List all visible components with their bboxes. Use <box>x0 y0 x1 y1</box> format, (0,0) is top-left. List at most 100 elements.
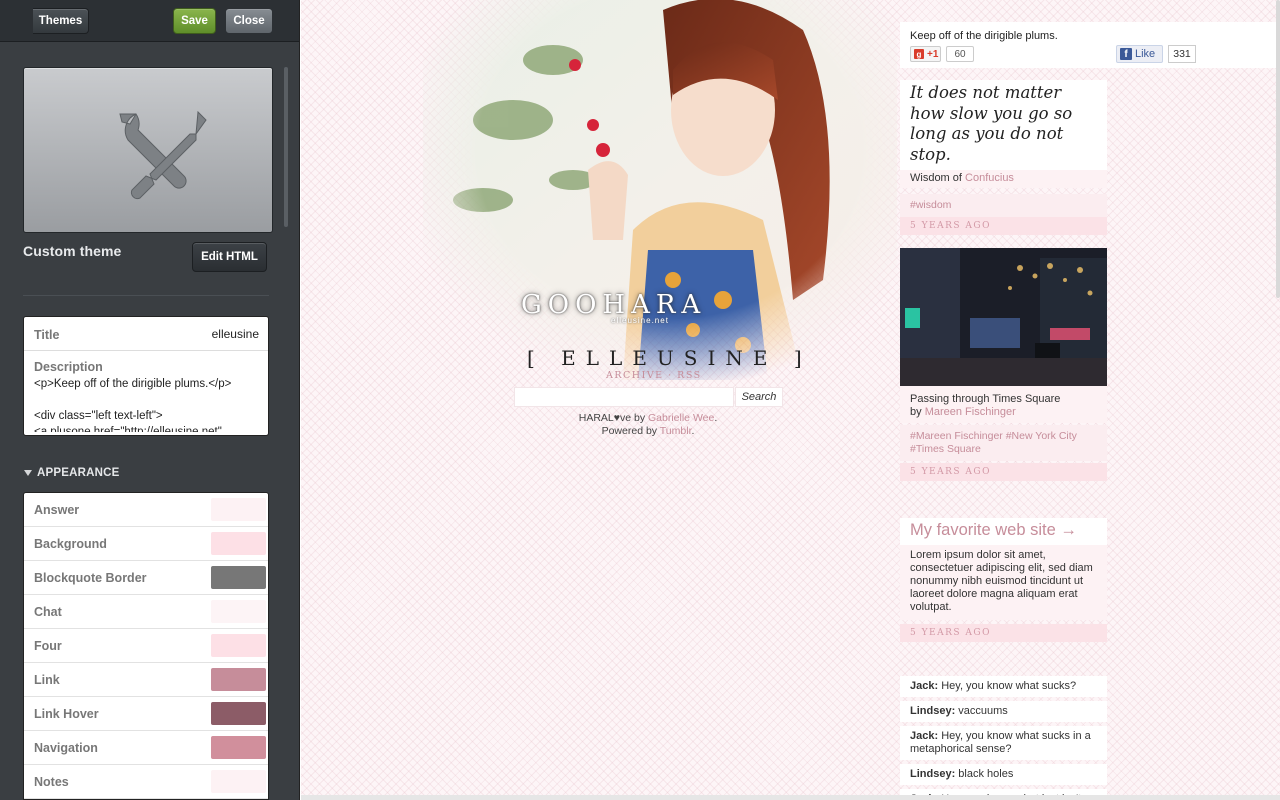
link-title[interactable]: My favorite web site → <box>900 518 1107 545</box>
credits-author-link[interactable]: Gabrielle Wee <box>648 412 714 424</box>
color-swatch[interactable] <box>211 532 266 555</box>
appearance-row-link[interactable]: Link <box>24 663 268 697</box>
photo-tags[interactable]: #Mareen Fischinger #New York City #Times… <box>900 425 1107 461</box>
chat-line: Lindsey: vaccuums <box>900 701 1107 722</box>
description-label: Description <box>34 360 103 374</box>
chat-line: Jack: Hey, you know what sucks in a meta… <box>900 726 1107 760</box>
chat-text: Hey, you know what sucks? <box>938 680 1077 692</box>
photo-date[interactable]: 5 YEARS AGO <box>900 463 1107 481</box>
photo-caption-author[interactable]: Mareen Fischinger <box>925 406 1016 418</box>
chat-text: black holes <box>955 768 1014 780</box>
title-input[interactable]: elleusine <box>212 327 259 341</box>
color-swatch[interactable] <box>211 634 266 657</box>
appearance-row-four[interactable]: Four <box>24 629 268 663</box>
sidebar-scrollbar[interactable] <box>284 67 288 227</box>
appearance-row-chat[interactable]: Chat <box>24 595 268 629</box>
credits-line1-suffix: . <box>714 412 718 424</box>
color-swatch[interactable] <box>211 736 266 759</box>
appearance-heading: APPEARANCE <box>37 467 120 479</box>
edit-html-button[interactable]: Edit HTML <box>192 242 267 272</box>
description-textarea[interactable]: <p>Keep off of the dirigible plums.</p> … <box>34 376 264 432</box>
appearance-label: Blockquote Border <box>34 571 147 585</box>
appearance-label: Four <box>34 639 62 653</box>
themes-button-label: Themes <box>38 15 83 27</box>
appearance-color-list: Answer Background Blockquote Border Chat Fou… <box>23 492 269 800</box>
color-swatch[interactable] <box>211 600 266 623</box>
quote-source-prefix: Wisdom of <box>910 172 966 184</box>
blog-title[interactable]: [ ELLEUSINE ] <box>527 346 812 370</box>
appearance-label: Answer <box>34 503 80 517</box>
color-swatch[interactable] <box>211 498 266 521</box>
close-button[interactable]: Close <box>225 8 273 34</box>
appearance-label: Navigation <box>34 741 98 755</box>
color-swatch[interactable] <box>211 770 266 793</box>
chat-line: Lindsey: black holes <box>900 764 1107 785</box>
appearance-row-navigation[interactable]: Navigation <box>24 731 268 765</box>
blog-preview: GOOHARA elleusine.net [ ELLEUSINE ] ARCH… <box>301 0 1280 800</box>
chat-line: Jack: Hey, you know what sucks? <box>900 676 1107 697</box>
credits-platform-link[interactable]: Tumblr <box>660 425 692 437</box>
appearance-label: Background <box>34 537 107 551</box>
link-body: Lorem ipsum dolor sit amet, consectetuer… <box>900 545 1107 620</box>
header-blog-sub: elleusine.net <box>611 316 669 325</box>
chat-speaker: Lindsey: <box>910 768 956 780</box>
appearance-label: Chat <box>34 605 62 619</box>
quote-date[interactable]: 5 YEARS AGO <box>900 217 1107 235</box>
gplus-count: 60 <box>946 46 974 62</box>
credits-line2-suffix: . <box>691 425 695 437</box>
appearance-row-answer[interactable]: Answer <box>24 493 268 527</box>
credits-line2-prefix: Powered by <box>601 425 660 437</box>
credits: HARAL♥ve by Gabrielle Wee. Powered by Tu… <box>514 412 782 438</box>
chat-speaker: Jack: <box>910 680 939 692</box>
photo-caption-by: by <box>910 406 925 418</box>
horizontal-scrollbar[interactable] <box>301 795 1280 800</box>
quote-source-link[interactable]: Confucius <box>965 172 1014 184</box>
facebook-like-button[interactable]: f Like <box>1116 45 1163 63</box>
quote-tags[interactable]: #wisdom <box>900 194 1107 217</box>
sidebar-divider <box>23 295 269 296</box>
appearance-label: Link <box>34 673 60 687</box>
title-field-row[interactable]: Title elleusine <box>24 317 268 351</box>
search-button[interactable]: Search <box>735 387 783 407</box>
color-swatch[interactable] <box>211 702 266 725</box>
color-swatch[interactable] <box>211 668 266 691</box>
description-text: Keep off of the dirigible plums. <box>910 30 1058 42</box>
chat-speaker: Jack: <box>910 730 939 742</box>
theme-name: Custom theme <box>23 243 122 259</box>
tools-icon <box>119 110 207 200</box>
quote-source: Wisdom of Confucius <box>900 170 1107 188</box>
credits-line1-prefix: HARAL♥ve by <box>578 412 648 424</box>
search-input[interactable] <box>514 387 734 407</box>
chat-post: Jack: Hey, you know what sucks? Lindsey: … <box>900 676 1107 800</box>
google-plus-icon: g <box>914 49 924 59</box>
quote-text: It does not matter how slow you go so lo… <box>900 80 1107 170</box>
save-button[interactable]: Save <box>173 8 216 34</box>
appearance-row-link-hover[interactable]: Link Hover <box>24 697 268 731</box>
quote-post: It does not matter how slow you go so lo… <box>900 80 1107 235</box>
google-plus-button[interactable]: g +1 <box>910 46 941 62</box>
photo-caption: Passing through Times Square by Mareen F… <box>900 386 1107 423</box>
link-date[interactable]: 5 YEARS AGO <box>900 624 1107 642</box>
fb-like-label: Like <box>1135 48 1156 60</box>
times-square-photo[interactable] <box>900 248 1107 386</box>
appearance-row-blockquote-border[interactable]: Blockquote Border <box>24 561 268 595</box>
gplus-label: +1 <box>927 48 939 60</box>
appearance-row-background[interactable]: Background <box>24 527 268 561</box>
chat-text: vaccuums <box>955 705 1008 717</box>
appearance-row-notes[interactable]: Notes <box>24 765 268 799</box>
blog-info-box: Title elleusine Description <p>Keep off … <box>23 316 269 436</box>
theme-thumbnail <box>23 67 273 233</box>
photo-post: Passing through Times Square by Mareen F… <box>900 248 1107 481</box>
appearance-label: Link Hover <box>34 707 99 721</box>
link-post: My favorite web site → Lorem ipsum dolor… <box>900 518 1107 642</box>
photo-caption-title: Passing through Times Square <box>910 393 1061 405</box>
blog-nav-links[interactable]: ARCHIVE · RSS <box>606 370 702 381</box>
appearance-section-toggle[interactable]: APPEARANCE <box>24 467 120 479</box>
triangle-down-icon <box>24 470 32 476</box>
color-swatch[interactable] <box>211 566 266 589</box>
sidebar-toolbar: Themes Save Close <box>0 0 299 42</box>
theme-editor-sidebar: Themes Save Close Custom theme Edit HTML… <box>0 0 300 800</box>
page-scrollbar[interactable] <box>1276 0 1280 298</box>
themes-back-button[interactable]: Themes <box>20 7 89 35</box>
facebook-icon: f <box>1120 48 1132 60</box>
